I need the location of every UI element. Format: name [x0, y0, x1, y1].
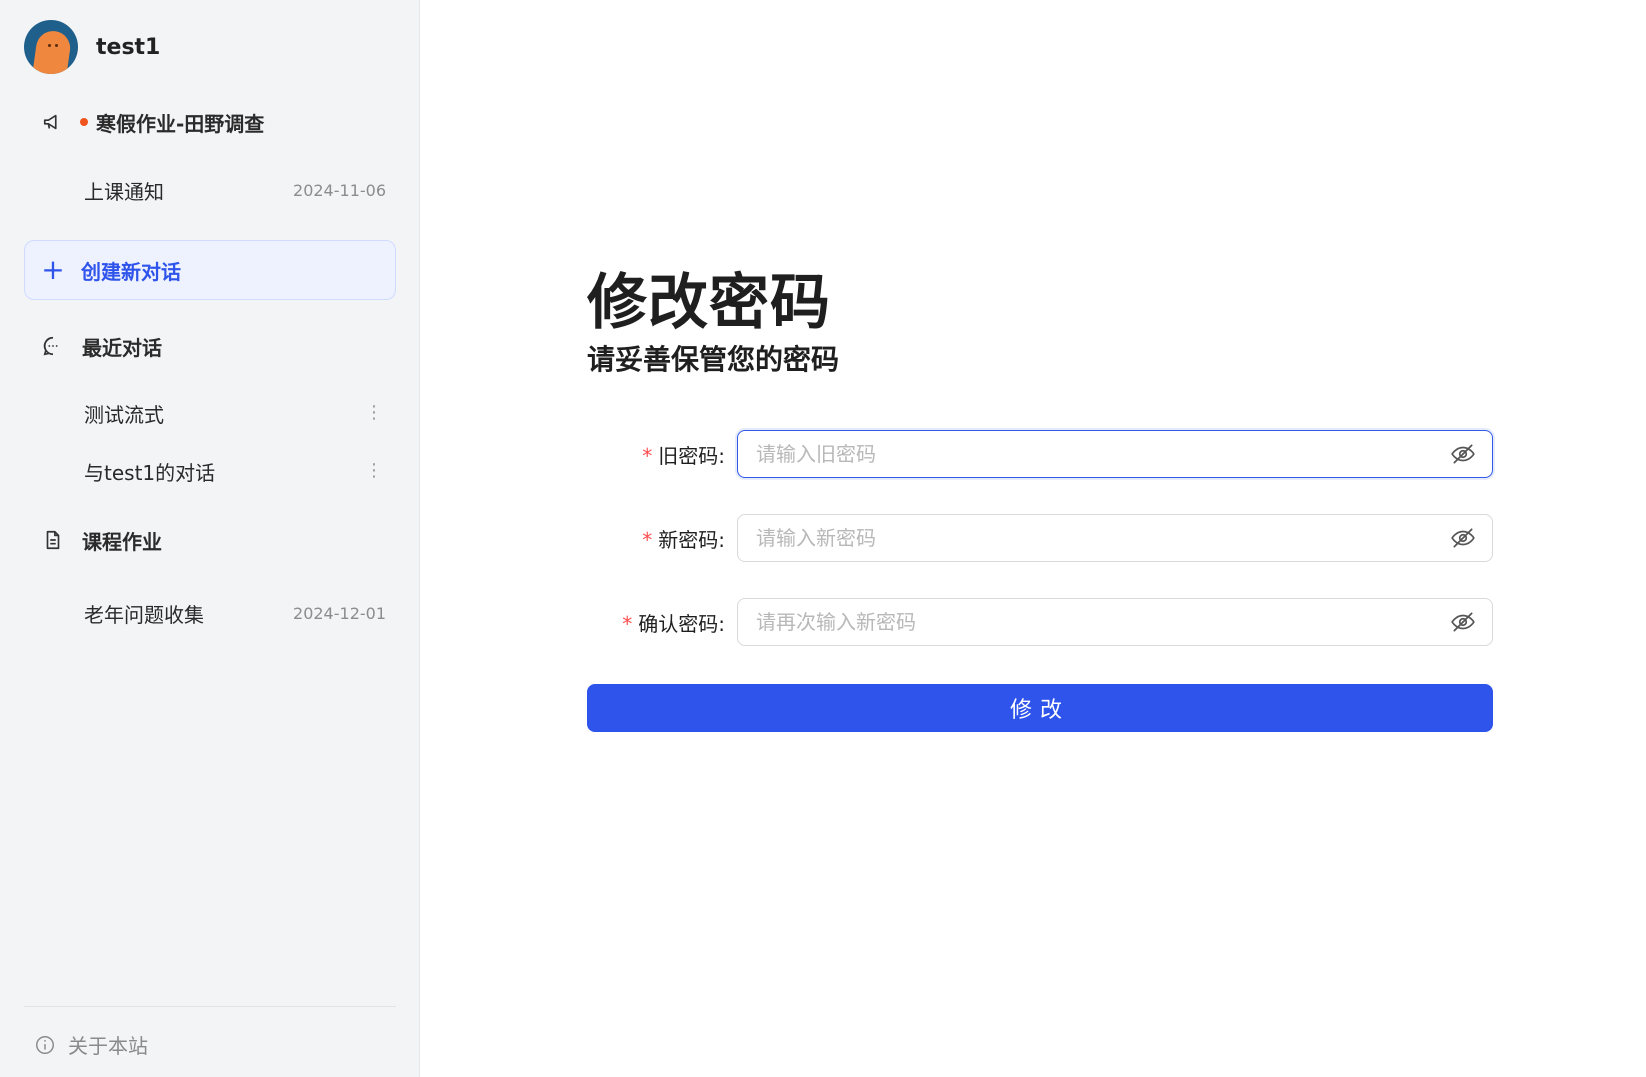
- item-date: 2024-11-06: [293, 180, 386, 200]
- label-colon: :: [718, 443, 725, 468]
- recent-item[interactable]: 测试流式 ⋮: [24, 388, 396, 438]
- section-title: 最近对话: [82, 335, 162, 360]
- about-link[interactable]: 关于本站: [34, 1030, 148, 1059]
- required-mark: *: [622, 611, 633, 636]
- avatar: [24, 20, 78, 74]
- confirm-password-input[interactable]: [738, 599, 1450, 645]
- eye-off-icon[interactable]: [1450, 525, 1476, 551]
- old-password-field: [737, 430, 1493, 478]
- old-password-input[interactable]: [738, 431, 1450, 477]
- new-chat-button[interactable]: + 创建新对话: [24, 240, 396, 300]
- sidebar: test1 寒假作业-田野调查 上课通知 2024-11-06 + 创建新对话 …: [0, 0, 420, 1077]
- confirm-password-field: [737, 598, 1493, 646]
- label-colon: :: [718, 527, 725, 552]
- document-icon: [42, 529, 64, 551]
- about-label: 关于本站: [68, 1034, 148, 1058]
- new-password-row: * 新密码:: [587, 514, 1493, 562]
- section-recent[interactable]: 最近对话: [24, 318, 396, 374]
- section-title: 课程作业: [82, 529, 162, 554]
- new-password-label: * 新密码:: [587, 524, 737, 553]
- page-title: 修改密码: [587, 268, 831, 338]
- field-label-text: 确认密码: [638, 611, 719, 636]
- confirm-password-row: * 确认密码:: [587, 598, 1493, 646]
- page-subtitle: 请妥善保管您的密码: [587, 343, 840, 376]
- old-password-label: * 旧密码:: [587, 440, 737, 469]
- announcement-item[interactable]: 上课通知 2024-11-06: [24, 165, 396, 215]
- required-mark: *: [642, 443, 653, 468]
- homework-item[interactable]: 老年问题收集 2024-12-01: [24, 588, 396, 638]
- section-homework[interactable]: 课程作业: [24, 512, 396, 568]
- notification-dot: [80, 118, 88, 126]
- eye-off-icon[interactable]: [1450, 609, 1476, 635]
- new-password-input[interactable]: [738, 515, 1450, 561]
- more-vertical-icon[interactable]: ⋮: [362, 404, 386, 422]
- megaphone-icon: [42, 111, 64, 133]
- eye-off-icon[interactable]: [1450, 441, 1476, 467]
- old-password-row: * 旧密码:: [587, 430, 1493, 478]
- item-label: 测试流式: [84, 402, 164, 427]
- recent-item[interactable]: 与test1的对话 ⋮: [24, 446, 396, 496]
- section-title: 寒假作业-田野调查: [96, 111, 265, 136]
- field-label-text: 新密码: [658, 527, 719, 552]
- item-label: 与test1的对话: [84, 460, 216, 485]
- submit-button[interactable]: 修改: [587, 684, 1493, 732]
- confirm-password-label: * 确认密码:: [587, 608, 737, 637]
- new-password-field: [737, 514, 1493, 562]
- section-announcements[interactable]: 寒假作业-田野调查: [24, 94, 396, 150]
- item-label: 上课通知: [84, 179, 164, 204]
- chat-bubble-icon: [42, 335, 64, 357]
- info-icon: [34, 1034, 56, 1056]
- item-label: 老年问题收集: [84, 602, 204, 627]
- new-chat-label: 创建新对话: [81, 259, 181, 284]
- sidebar-divider: [24, 1006, 396, 1007]
- required-mark: *: [642, 527, 653, 552]
- username: test1: [96, 34, 161, 60]
- user-profile[interactable]: test1: [24, 20, 160, 74]
- more-vertical-icon[interactable]: ⋮: [362, 462, 386, 480]
- label-colon: :: [718, 611, 725, 636]
- plus-icon: +: [41, 253, 65, 286]
- field-label-text: 旧密码: [658, 443, 719, 468]
- item-date: 2024-12-01: [293, 603, 386, 623]
